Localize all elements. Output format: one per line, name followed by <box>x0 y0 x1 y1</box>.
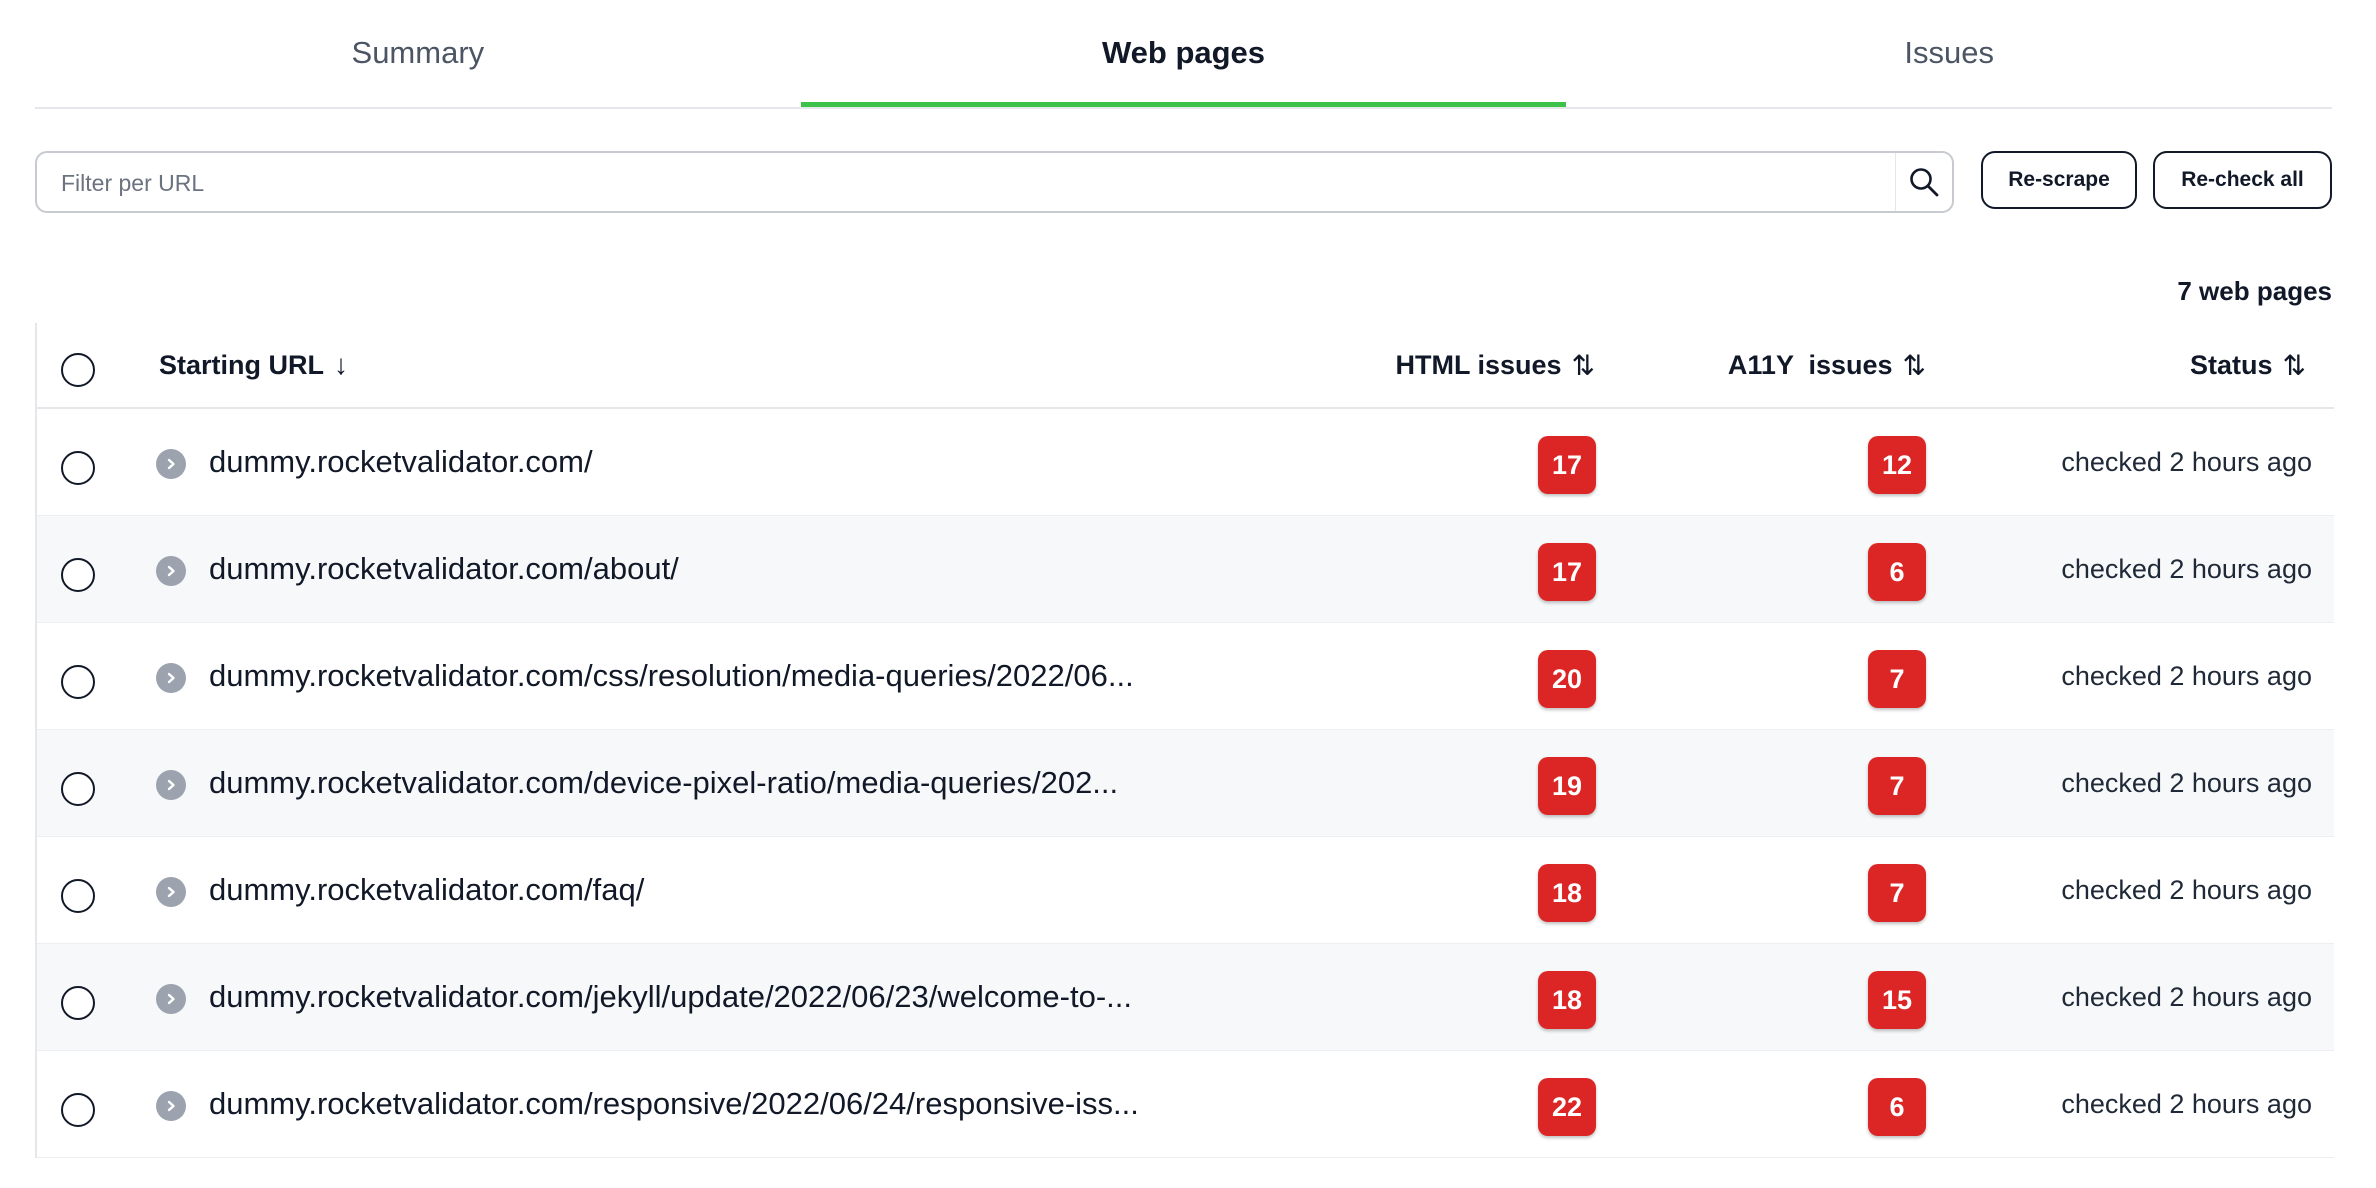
row-checkbox[interactable] <box>61 558 95 592</box>
chevron-right-icon <box>167 672 175 684</box>
filter-box <box>35 151 1954 213</box>
header-a11y-issues-label: A11Y issues <box>1727 349 1893 380</box>
row-checkbox[interactable] <box>61 665 95 699</box>
sort-both-icon: ⇅ <box>1571 349 1595 381</box>
header-a11y-issues[interactable]: A11Y issues ⇅ <box>1728 323 1926 407</box>
row-checkbox[interactable] <box>61 772 95 806</box>
row-url-link[interactable]: dummy.rocketvalidator.com/responsive/202… <box>209 1051 1139 1157</box>
html-issues-badge[interactable]: 18 <box>1537 864 1596 922</box>
table-row: dummy.rocketvalidator.com/responsive/202… <box>37 1051 2334 1158</box>
a11y-issues-badge[interactable]: 15 <box>1867 971 1926 1029</box>
row-url-link[interactable]: dummy.rocketvalidator.com/ <box>209 409 593 515</box>
search-icon <box>1910 168 1939 197</box>
expand-row-button[interactable] <box>156 449 186 479</box>
html-issues-badge[interactable]: 17 <box>1537 436 1596 494</box>
row-status: checked 2 hours ago <box>2061 874 2312 905</box>
filter-url-input[interactable] <box>59 153 1893 213</box>
table-row: dummy.rocketvalidator.com/device-pixel-r… <box>37 730 2334 837</box>
html-issues-badge[interactable]: 17 <box>1537 543 1596 601</box>
row-url-link[interactable]: dummy.rocketvalidator.com/jekyll/update/… <box>209 944 1132 1050</box>
re-scrape-button[interactable]: Re-scrape <box>1981 151 2137 209</box>
expand-row-button[interactable] <box>156 1091 186 1121</box>
row-checkbox[interactable] <box>61 451 95 485</box>
a11y-issues-badge[interactable]: 12 <box>1867 436 1926 494</box>
web-pages-count: 7 web pages <box>2177 276 2332 306</box>
html-issues-badge[interactable]: 20 <box>1537 650 1596 708</box>
select-all-checkbox[interactable] <box>61 353 95 387</box>
header-starting-url[interactable]: Starting URL ↓ <box>159 323 348 407</box>
row-url-link[interactable]: dummy.rocketvalidator.com/css/resolution… <box>209 623 1134 729</box>
html-issues-badge[interactable]: 22 <box>1537 1078 1596 1136</box>
chevron-right-icon <box>167 458 175 470</box>
table-header: Starting URL ↓ HTML issues ⇅ A11Y issues… <box>37 323 2334 409</box>
row-status: checked 2 hours ago <box>2061 553 2312 584</box>
row-checkbox[interactable] <box>61 1093 95 1127</box>
row-status: checked 2 hours ago <box>2061 767 2312 798</box>
re-check-all-button[interactable]: Re-check all <box>2153 151 2332 209</box>
table-row: dummy.rocketvalidator.com/ 17 12 checked… <box>37 409 2334 516</box>
header-status[interactable]: Status ⇅ <box>2190 323 2306 407</box>
tab-summary[interactable]: Summary <box>35 0 801 105</box>
table-row: dummy.rocketvalidator.com/jekyll/update/… <box>37 944 2334 1051</box>
toolbar: Re-scrape Re-check all <box>35 151 2332 213</box>
tab-bar: Summary Web pages Issues <box>35 0 2332 109</box>
a11y-issues-badge[interactable]: 6 <box>1868 543 1926 601</box>
row-status: checked 2 hours ago <box>2061 1088 2312 1119</box>
chevron-right-icon <box>167 565 175 577</box>
row-status: checked 2 hours ago <box>2061 981 2312 1012</box>
search-button[interactable] <box>1895 153 1952 211</box>
expand-row-button[interactable] <box>156 877 186 907</box>
row-url-link[interactable]: dummy.rocketvalidator.com/faq/ <box>209 837 644 943</box>
row-checkbox[interactable] <box>61 879 95 913</box>
header-starting-url-label: Starting URL <box>159 349 324 380</box>
a11y-issues-badge[interactable]: 7 <box>1868 650 1926 708</box>
chevron-right-icon <box>167 886 175 898</box>
expand-row-button[interactable] <box>156 984 186 1014</box>
header-status-label: Status <box>2190 349 2273 380</box>
sort-both-icon: ⇅ <box>1902 349 1926 381</box>
a11y-issues-badge[interactable]: 6 <box>1868 1078 1926 1136</box>
sort-both-icon: ⇅ <box>2282 349 2306 381</box>
a11y-issues-badge[interactable]: 7 <box>1868 757 1926 815</box>
chevron-right-icon <box>167 1100 175 1112</box>
expand-row-button[interactable] <box>156 556 186 586</box>
row-status: checked 2 hours ago <box>2061 446 2312 477</box>
tab-issues[interactable]: Issues <box>1566 0 2332 105</box>
a11y-issues-badge[interactable]: 7 <box>1868 864 1926 922</box>
table-row: dummy.rocketvalidator.com/faq/ 18 7 chec… <box>37 837 2334 944</box>
chevron-right-icon <box>167 779 175 791</box>
row-url-link[interactable]: dummy.rocketvalidator.com/device-pixel-r… <box>209 730 1118 836</box>
expand-row-button[interactable] <box>156 770 186 800</box>
web-pages-table: Starting URL ↓ HTML issues ⇅ A11Y issues… <box>35 323 2334 1158</box>
html-issues-badge[interactable]: 18 <box>1537 971 1596 1029</box>
tab-web-pages[interactable]: Web pages <box>800 0 1567 107</box>
row-url-link[interactable]: dummy.rocketvalidator.com/about/ <box>209 516 679 622</box>
row-checkbox[interactable] <box>61 986 95 1020</box>
table-row: dummy.rocketvalidator.com/about/ 17 6 ch… <box>37 516 2334 623</box>
header-html-issues-label: HTML issues <box>1395 349 1562 380</box>
html-issues-badge[interactable]: 19 <box>1537 757 1596 815</box>
sort-desc-icon: ↓ <box>334 349 348 380</box>
row-status: checked 2 hours ago <box>2061 660 2312 691</box>
chevron-right-icon <box>167 993 175 1005</box>
header-html-issues[interactable]: HTML issues ⇅ <box>1395 323 1595 407</box>
table-row: dummy.rocketvalidator.com/css/resolution… <box>37 623 2334 730</box>
expand-row-button[interactable] <box>156 663 186 693</box>
